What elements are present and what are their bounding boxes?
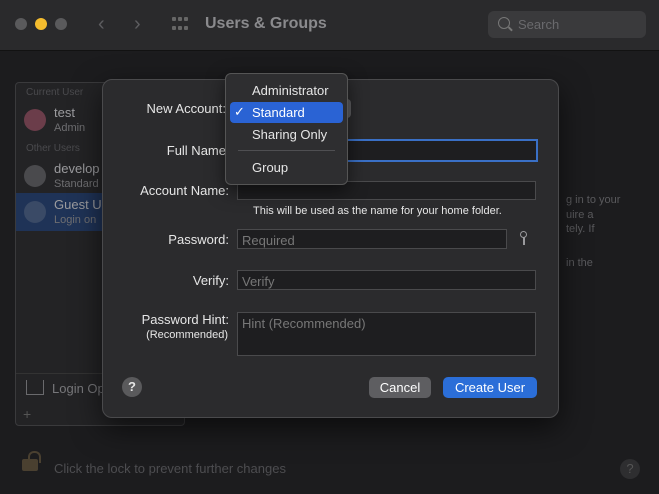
search-icon: [498, 17, 510, 29]
close-window-button[interactable]: [15, 18, 27, 30]
panel-text-fragment: in the: [566, 257, 593, 269]
verify-label: Verify:: [192, 273, 229, 288]
minimize-window-button[interactable]: [35, 18, 47, 30]
create-user-button[interactable]: Create User: [443, 377, 537, 398]
panel-text-fragment: g in to your: [566, 194, 621, 206]
show-all-grid-icon[interactable]: [172, 17, 189, 32]
window-title: Users & Groups: [205, 15, 327, 32]
menu-item-label: Sharing Only: [252, 127, 328, 142]
panel-text-fragment: tely. If: [566, 223, 595, 235]
other-users-header: Other Users: [26, 143, 80, 154]
menu-item-group[interactable]: Group: [230, 157, 343, 178]
account-name-note: This will be used as the name for your h…: [253, 205, 502, 217]
user-name: develop: [54, 161, 100, 176]
user-role: Admin: [54, 122, 86, 134]
add-user-button[interactable]: +: [23, 406, 31, 422]
login-options-label: Login Op: [52, 381, 105, 396]
user-role: Login on: [54, 214, 97, 226]
user-role: Standard: [54, 178, 99, 190]
account-type-menu: Administrator ✓ Standard Sharing Only Gr…: [225, 73, 348, 185]
help-button[interactable]: ?: [122, 377, 142, 397]
checkmark-icon: ✓: [234, 104, 245, 119]
menu-item-administrator[interactable]: Administrator: [230, 80, 343, 101]
menu-item-label: Group: [252, 160, 289, 175]
key-icon[interactable]: [519, 231, 529, 245]
password-hint-sublabel: (Recommended): [146, 329, 228, 341]
house-icon: [26, 380, 44, 395]
forward-arrow-icon[interactable]: ›: [134, 13, 141, 36]
menu-item-sharing-only[interactable]: Sharing Only: [230, 124, 343, 145]
user-name: test: [54, 105, 75, 120]
avatar: [24, 201, 46, 223]
search-placeholder: Search: [518, 17, 560, 32]
user-name: Guest U: [54, 197, 102, 212]
full-name-field[interactable]: [343, 139, 538, 162]
menu-item-standard[interactable]: ✓ Standard: [230, 102, 343, 123]
password-hint-field[interactable]: Hint (Recommended): [237, 312, 536, 356]
menu-item-label: Standard: [252, 105, 305, 120]
lock-message: Click the lock to prevent further change…: [54, 461, 286, 476]
back-arrow-icon[interactable]: ‹: [98, 13, 105, 36]
verify-field[interactable]: Verify: [237, 270, 536, 290]
full-name-label: Full Name: [166, 143, 226, 158]
password-label: Password:: [168, 232, 229, 247]
background-help-button[interactable]: ?: [620, 459, 640, 479]
menu-item-label: Administrator: [252, 83, 329, 98]
password-hint-label: Password Hint:: [141, 312, 229, 327]
zoom-window-button[interactable]: [55, 18, 67, 30]
search-field[interactable]: Search: [488, 11, 646, 38]
menu-separator: [238, 150, 335, 151]
password-field[interactable]: Required: [237, 229, 507, 249]
avatar: [24, 109, 46, 131]
cancel-button[interactable]: Cancel: [369, 377, 431, 398]
title-bar: ‹ › Users & Groups Search: [0, 0, 659, 51]
new-account-label: New Account:: [146, 101, 227, 116]
lock-icon[interactable]: [22, 451, 41, 471]
current-user-header: Current User: [26, 87, 84, 98]
panel-text-fragment: uire a: [566, 209, 594, 221]
avatar: [24, 165, 46, 187]
account-name-label: Account Name:: [140, 183, 229, 198]
